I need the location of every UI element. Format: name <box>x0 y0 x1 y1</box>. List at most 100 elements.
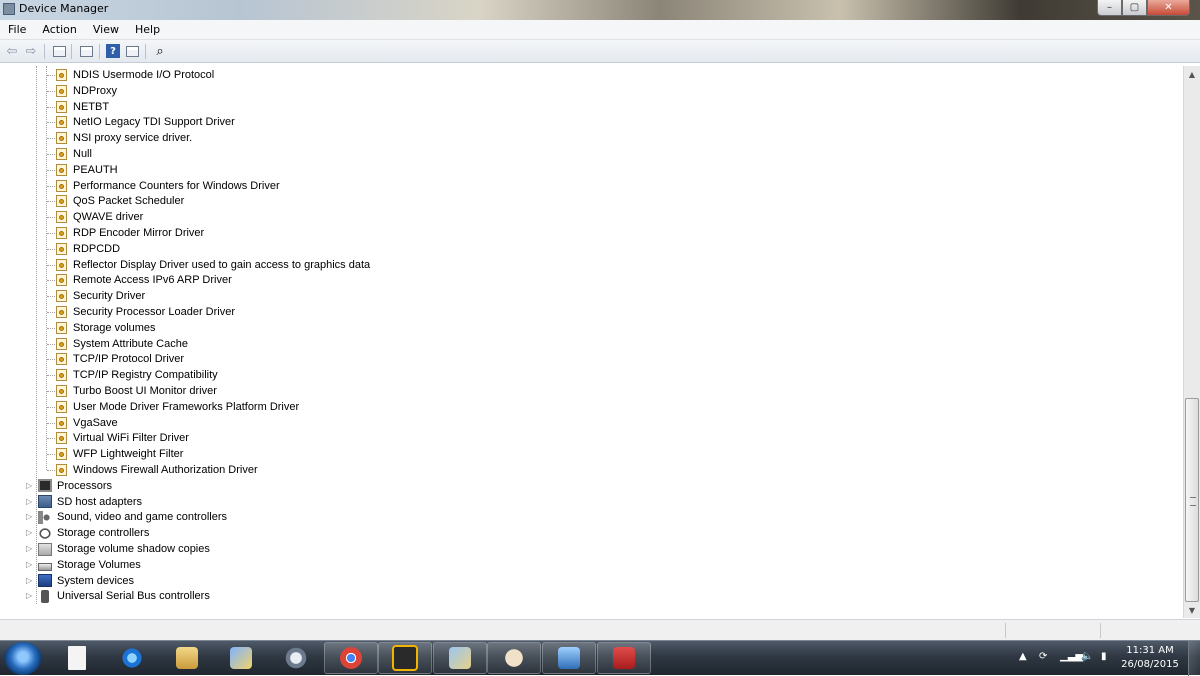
driver-item[interactable]: NSI proxy service driver. <box>56 130 192 146</box>
scroll-down-arrow-icon[interactable]: ▼ <box>1184 602 1200 618</box>
category-item[interactable]: ▷ Processors <box>26 478 112 494</box>
menu-action[interactable]: Action <box>34 20 84 39</box>
toolbar-separator <box>145 44 146 59</box>
category-item[interactable]: ▷ Storage controllers <box>26 525 149 541</box>
expand-arrow-icon[interactable]: ▷ <box>26 529 34 537</box>
maximize-button[interactable]: ▢ <box>1122 0 1147 16</box>
tree-branch-line <box>47 169 55 171</box>
expand-arrow-icon[interactable]: ▷ <box>26 560 34 569</box>
driver-item[interactable]: RDP Encoder Mirror Driver <box>56 225 204 241</box>
driver-icon <box>56 84 67 97</box>
category-item[interactable]: ▷ System devices <box>26 573 134 589</box>
driver-item[interactable]: Remote Access IPv6 ARP Driver <box>56 272 232 288</box>
window-title: Device Manager <box>19 2 109 15</box>
category-item[interactable]: ▷ Storage volume shadow copies <box>26 541 210 557</box>
expand-arrow-icon[interactable]: ▷ <box>26 545 34 553</box>
driver-item[interactable]: System Attribute Cache <box>56 336 188 352</box>
show-hidden-icons-icon[interactable]: ▲ <box>1019 651 1027 662</box>
taskbar-button[interactable] <box>269 642 323 674</box>
menu-view[interactable]: View <box>85 20 127 39</box>
forward-arrow-icon[interactable]: ⇨ <box>23 43 39 59</box>
title-bar: Device Manager – ▢ ✕ <box>0 0 1200 20</box>
paint-palette-icon <box>503 647 525 669</box>
back-arrow-icon[interactable]: ⇦ <box>4 43 20 59</box>
menu-help[interactable]: Help <box>127 20 168 39</box>
taskbar-button[interactable] <box>160 642 214 674</box>
driver-item[interactable]: QoS Packet Scheduler <box>56 193 184 209</box>
category-item[interactable]: ▷ SD host adapters <box>26 494 142 510</box>
driver-item[interactable]: Windows Firewall Authorization Driver <box>56 462 258 478</box>
driver-item[interactable]: NDIS Usermode I/O Protocol <box>56 67 214 83</box>
driver-icon <box>56 179 67 192</box>
window-controls: – ▢ ✕ <box>1097 0 1190 17</box>
show-desktop-button[interactable] <box>1188 641 1200 676</box>
taskbar-button[interactable] <box>433 642 487 674</box>
power-icon[interactable]: ▮ <box>1101 651 1107 662</box>
taskbar-button[interactable] <box>50 642 104 674</box>
driver-item[interactable]: Security Processor Loader Driver <box>56 304 235 320</box>
tree-branch-line <box>47 233 55 234</box>
expand-arrow-icon[interactable]: ▷ <box>26 497 34 506</box>
driver-item[interactable]: VgaSave <box>56 415 118 431</box>
driver-item[interactable]: NETBT <box>56 99 109 115</box>
driver-item[interactable]: Virtual WiFi Filter Driver <box>56 430 189 446</box>
driver-item[interactable]: Storage volumes <box>56 320 156 336</box>
driver-item[interactable]: QWAVE driver <box>56 209 143 225</box>
driver-item[interactable]: PEAUTH <box>56 162 118 178</box>
driver-label: PEAUTH <box>73 163 118 176</box>
expand-arrow-icon[interactable]: ▷ <box>26 592 34 600</box>
close-button[interactable]: ✕ <box>1147 0 1190 16</box>
driver-label: Reflector Display Driver used to gain ac… <box>73 258 371 271</box>
toolbar: ⇦ ⇨ ? ⌕ <box>0 40 1200 63</box>
tree-branch-line <box>47 154 55 155</box>
driver-label: Windows Firewall Authorization Driver <box>73 464 258 476</box>
system-clock[interactable]: 11:31 AM 26/08/2015 <box>1118 644 1182 672</box>
taskbar-button[interactable] <box>214 642 268 674</box>
help-icon[interactable]: ? <box>106 44 120 58</box>
driver-item[interactable]: Security Driver <box>56 288 145 304</box>
driver-item[interactable]: NetIO Legacy TDI Support Driver <box>56 114 235 130</box>
driver-item[interactable]: User Mode Driver Frameworks Platform Dri… <box>56 399 299 415</box>
expand-arrow-icon[interactable]: ▷ <box>26 576 34 585</box>
driver-item[interactable]: Reflector Display Driver used to gain ac… <box>56 257 370 273</box>
minimize-button[interactable]: – <box>1097 0 1122 16</box>
tree-branch-line <box>47 106 55 108</box>
driver-item[interactable]: TCP/IP Protocol Driver <box>56 351 184 367</box>
driver-icon <box>56 195 67 208</box>
driver-item[interactable]: NDProxy <box>56 83 117 99</box>
expand-arrow-icon[interactable]: ▷ <box>26 513 34 521</box>
start-button[interactable] <box>4 642 42 675</box>
driver-icon <box>56 242 67 255</box>
driver-label: QoS Packet Scheduler <box>73 195 185 208</box>
driver-item[interactable]: RDPCDD <box>56 241 120 257</box>
taskbar-button[interactable] <box>542 642 596 674</box>
driver-item[interactable]: Turbo Boost UI Monitor driver <box>56 383 217 399</box>
taskbar-button[interactable] <box>324 642 378 674</box>
driver-item[interactable]: Null <box>56 146 92 162</box>
network-sync-icon[interactable]: ⟳ <box>1039 651 1047 662</box>
category-item[interactable]: ▷ Universal Serial Bus controllers <box>26 588 210 604</box>
driver-item[interactable]: WFP Lightweight Filter <box>56 446 183 462</box>
properties-icon[interactable] <box>78 43 94 59</box>
scroll-up-arrow-icon[interactable]: ▲ <box>1184 66 1200 82</box>
taskbar-button[interactable] <box>487 642 541 674</box>
driver-icon <box>56 448 67 461</box>
category-item[interactable]: ▷ Storage Volumes <box>26 557 141 573</box>
driver-icon <box>56 321 67 334</box>
driver-item[interactable]: Performance Counters for Windows Driver <box>56 178 280 194</box>
driver-item[interactable]: TCP/IP Registry Compatibility <box>56 367 218 383</box>
category-item[interactable]: ▷ Sound, video and game controllers <box>26 509 227 525</box>
taskbar-button[interactable] <box>597 642 651 674</box>
driver-label: WFP Lightweight Filter <box>73 448 184 461</box>
scan-hardware-icon[interactable]: ⌕ <box>152 43 168 59</box>
scrollbar-thumb[interactable] <box>1185 398 1199 602</box>
menu-file[interactable]: File <box>0 20 34 39</box>
console-tree-icon[interactable] <box>51 43 67 59</box>
taskbar-button[interactable] <box>105 642 159 674</box>
volume-icon[interactable]: 🔈 <box>1081 651 1093 662</box>
expand-arrow-icon[interactable]: ▷ <box>26 481 34 490</box>
signal-strength-icon[interactable]: ▁▃▅ <box>1060 651 1083 662</box>
vertical-scrollbar[interactable]: ▲ ▼ <box>1183 66 1200 618</box>
view-icon[interactable] <box>124 43 140 59</box>
taskbar-button[interactable] <box>378 642 432 674</box>
